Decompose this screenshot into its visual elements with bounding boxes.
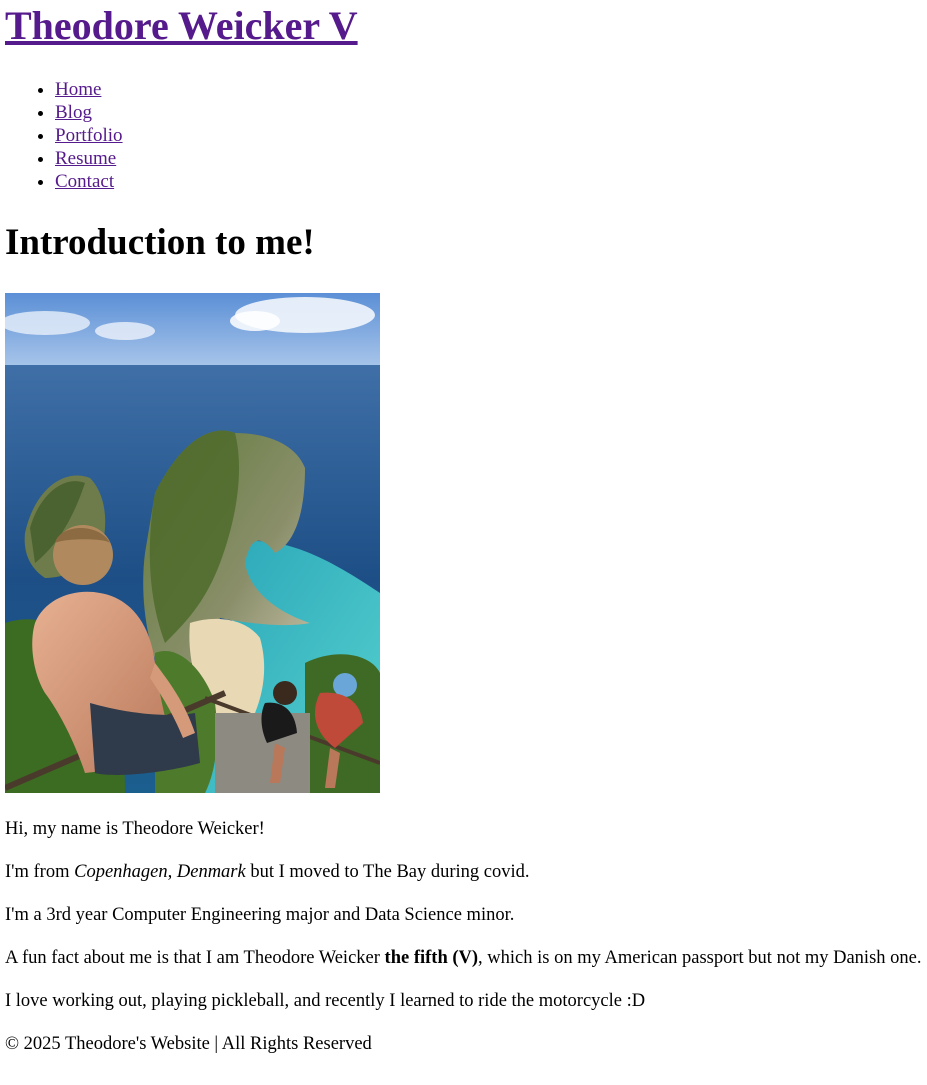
- main-nav: Home Blog Portfolio Resume Contact: [5, 78, 922, 193]
- profile-photo: [5, 293, 380, 793]
- site-title-link[interactable]: Theodore Weicker V: [5, 3, 358, 48]
- fun-fact-text-start: A fun fact about me is that I am Theodor…: [5, 948, 385, 968]
- site-footer: © 2025 Theodore's Website | All Rights R…: [5, 1034, 372, 1054]
- origin-location: Copenhagen, Denmark: [74, 862, 246, 882]
- nav-link-resume[interactable]: Resume: [55, 148, 116, 169]
- intro-paragraph-name: Hi, my name is Theodore Weicker!: [5, 819, 265, 839]
- nav-item-contact: Contact: [55, 170, 922, 193]
- site-title: Theodore Weicker V: [5, 0, 922, 48]
- nav-item-home: Home: [55, 78, 922, 101]
- page: Theodore Weicker V Home Blog Portfolio R…: [0, 0, 927, 1056]
- origin-text-start: I'm from: [5, 862, 75, 882]
- nav-item-portfolio: Portfolio: [55, 124, 922, 147]
- nav-link-home[interactable]: Home: [55, 79, 101, 100]
- nav-link-portfolio[interactable]: Portfolio: [55, 125, 123, 146]
- origin-text-end: but I moved to The Bay during covid.: [245, 862, 530, 882]
- intro-heading: Introduction to me!: [5, 222, 315, 263]
- fun-fact-text-end: , which is on my American passport but n…: [478, 948, 922, 968]
- nav-list: Home Blog Portfolio Resume Contact: [5, 78, 922, 193]
- nav-link-contact[interactable]: Contact: [55, 171, 114, 192]
- intro-paragraph-fun-fact: A fun fact about me is that I am Theodor…: [5, 947, 922, 970]
- nav-item-resume: Resume: [55, 147, 922, 170]
- intro-paragraph-major: I'm a 3rd year Computer Engineering majo…: [5, 905, 515, 925]
- fun-fact-highlight: the fifth (V): [384, 948, 479, 968]
- site-header: Theodore Weicker V Home Blog Portfolio R…: [5, 0, 922, 193]
- intro-paragraph-origin: I'm from Copenhagen, Denmark but I moved…: [5, 861, 922, 884]
- nav-link-blog[interactable]: Blog: [55, 102, 92, 123]
- intro-paragraph-hobbies: I love working out, playing pickleball, …: [5, 991, 646, 1011]
- nav-item-blog: Blog: [55, 101, 922, 124]
- main-content: Introduction to me! Hi, my name is Theod…: [5, 222, 922, 1013]
